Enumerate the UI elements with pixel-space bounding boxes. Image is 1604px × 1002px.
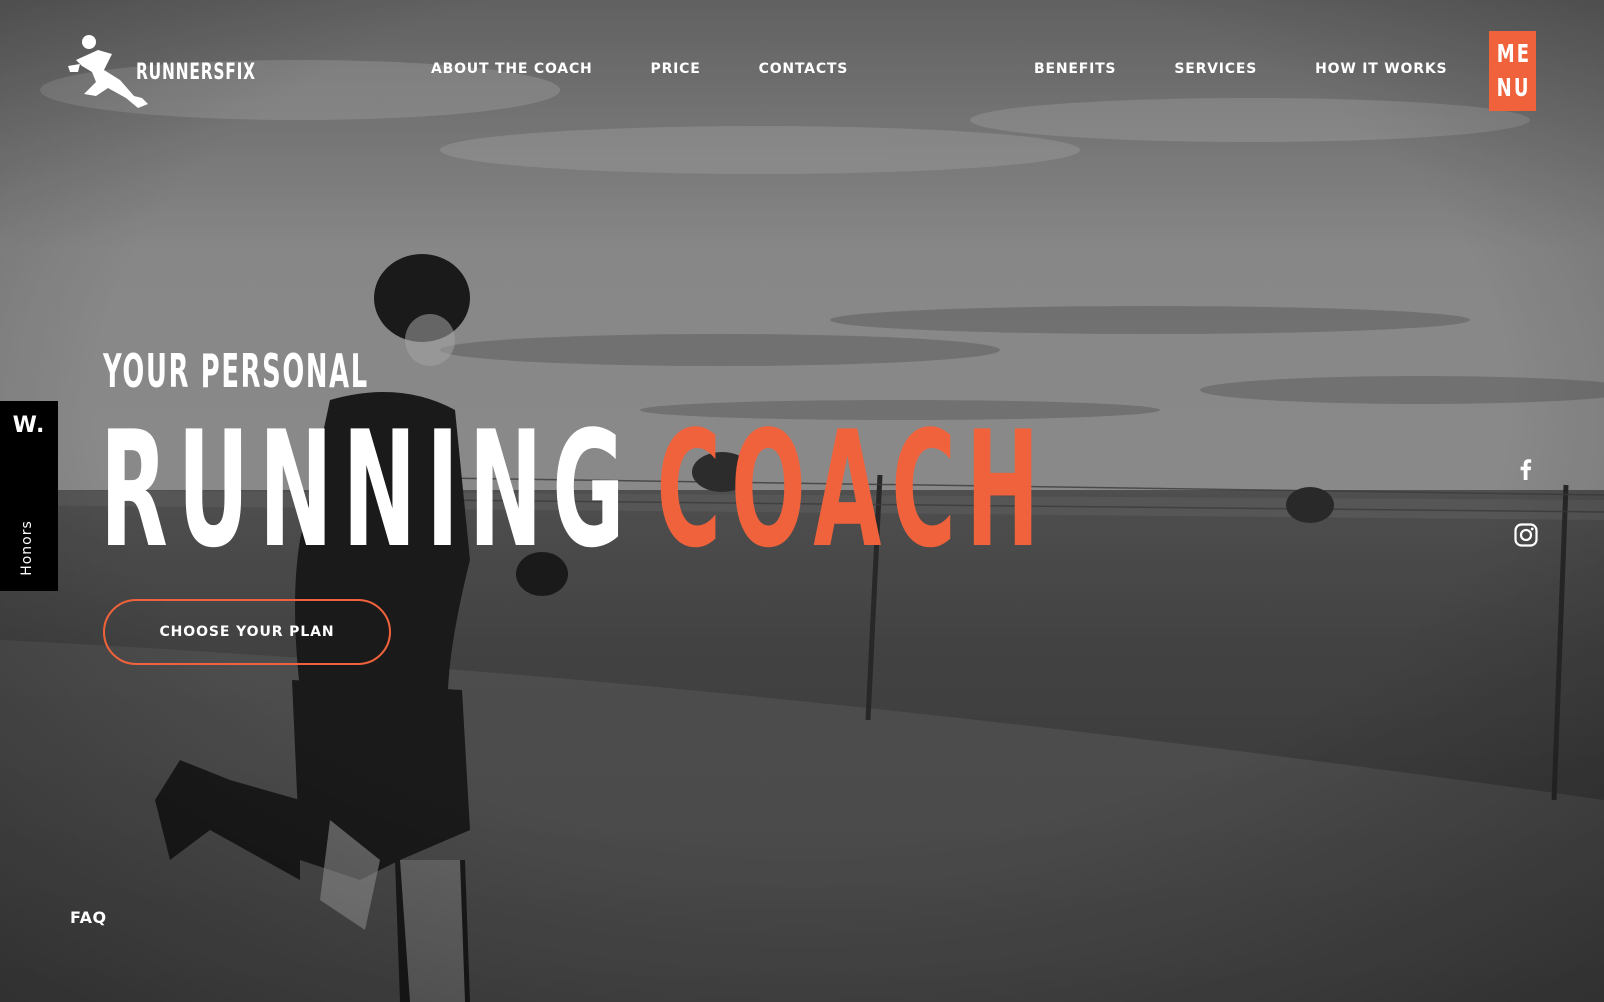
- nav-how-it-works[interactable]: HOW IT WORKS: [1315, 61, 1447, 77]
- honors-badge-logo: W.: [12, 413, 46, 438]
- menu-label-line1: ME: [1496, 39, 1532, 68]
- brand-name: RUNNERSFIX: [136, 59, 256, 85]
- choose-your-plan-button[interactable]: CHOOSE YOUR PLAN: [103, 599, 391, 665]
- faq-link[interactable]: FAQ: [70, 908, 107, 927]
- nav-benefits[interactable]: BENEFITS: [1034, 61, 1116, 77]
- hero-kicker: YOUR PERSONAL: [103, 344, 369, 398]
- hero-title-main: RUNNING: [100, 396, 635, 583]
- hero-title: RUNNING COACH: [100, 410, 1049, 570]
- honors-badge-label: Honors: [19, 520, 35, 576]
- brand-logo[interactable]: RUNNERSFIX: [68, 32, 290, 110]
- nav-price[interactable]: PRICE: [651, 61, 701, 77]
- instagram-icon[interactable]: [1512, 521, 1540, 549]
- facebook-icon[interactable]: [1512, 455, 1540, 483]
- nav-about-the-coach[interactable]: ABOUT THE COACH: [431, 61, 593, 77]
- menu-label-line2: NU: [1497, 73, 1532, 102]
- nav-contacts[interactable]: CONTACTS: [759, 61, 849, 77]
- primary-nav-left: ABOUT THE COACH PRICE CONTACTS: [431, 61, 848, 77]
- menu-button[interactable]: ME NU: [1489, 31, 1536, 111]
- hero-title-accent: COACH: [656, 396, 1050, 583]
- nav-services[interactable]: SERVICES: [1174, 61, 1257, 77]
- primary-nav-right: BENEFITS SERVICES HOW IT WORKS: [1034, 61, 1447, 77]
